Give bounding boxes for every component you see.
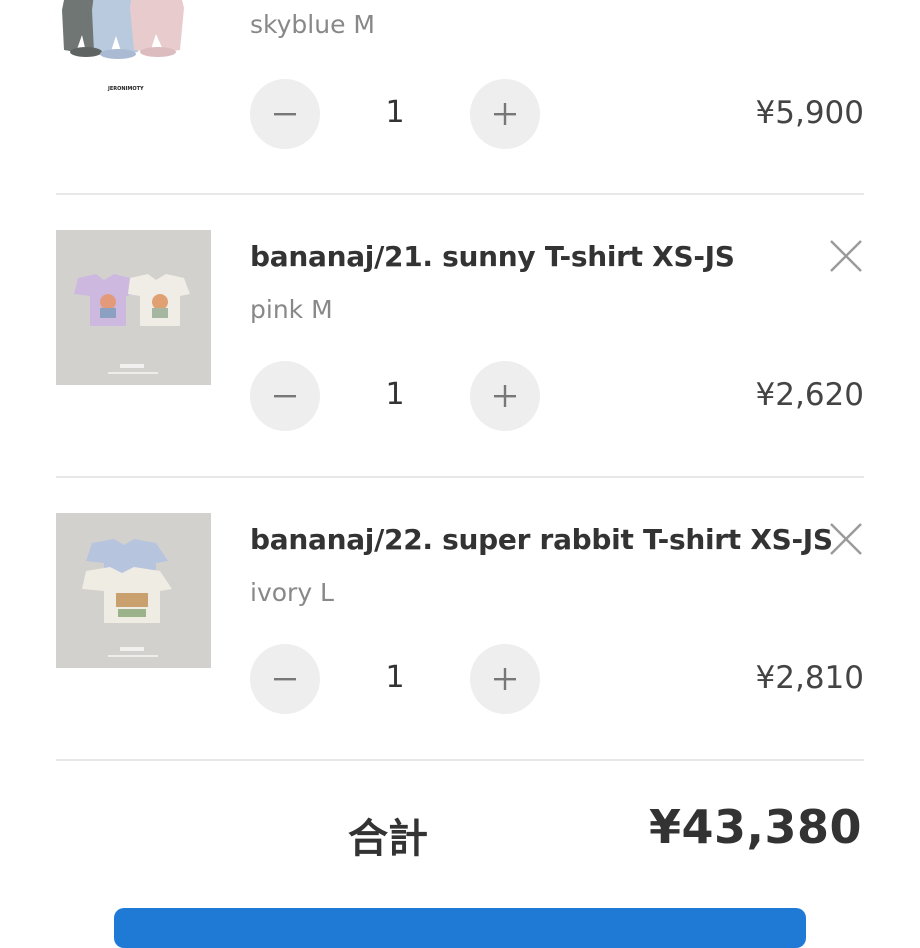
close-icon xyxy=(830,240,862,272)
variant-label: pink M xyxy=(250,295,333,324)
product-image[interactable]: JERONIMOTY xyxy=(56,0,211,95)
quantity-value: 1 xyxy=(385,95,405,130)
plus-icon xyxy=(494,385,516,407)
minus-icon xyxy=(274,678,296,681)
variant-label: ivory L xyxy=(250,578,334,607)
minus-icon xyxy=(274,113,296,116)
divider xyxy=(56,193,864,195)
close-icon xyxy=(830,523,862,555)
quantity-value: 1 xyxy=(385,660,405,695)
product-image[interactable] xyxy=(56,513,211,668)
remove-button[interactable] xyxy=(828,521,864,557)
cart-item: bananaj/22. super rabbit T-shirt XS-JS i… xyxy=(56,513,864,733)
item-price: ¥5,900 xyxy=(755,95,864,131)
decrement-button[interactable] xyxy=(250,644,320,714)
minus-icon xyxy=(274,395,296,398)
increment-button[interactable] xyxy=(470,644,540,714)
quantity-value: 1 xyxy=(385,377,405,412)
increment-button[interactable] xyxy=(470,361,540,431)
variant-label: skyblue M xyxy=(250,10,375,39)
checkout-button[interactable] xyxy=(114,908,806,948)
remove-button[interactable] xyxy=(828,238,864,274)
cart-item: JERONIMOTY skyblue M 1 ¥5,900 xyxy=(56,0,864,190)
plus-icon xyxy=(494,103,516,125)
item-price: ¥2,810 xyxy=(755,660,864,696)
decrement-button[interactable] xyxy=(250,361,320,431)
total-value: ¥43,380 xyxy=(648,800,862,854)
increment-button[interactable] xyxy=(470,79,540,149)
decrement-button[interactable] xyxy=(250,79,320,149)
product-image[interactable] xyxy=(56,230,211,385)
product-title[interactable]: bananaj/21. sunny T-shirt XS-JS xyxy=(250,240,735,273)
divider xyxy=(56,476,864,478)
image-caption: JERONIMOTY xyxy=(108,86,144,92)
product-title[interactable]: bananaj/22. super rabbit T-shirt XS-JS xyxy=(250,523,833,556)
cart-item: bananaj/21. sunny T-shirt XS-JS pink M 1… xyxy=(56,230,864,450)
item-price: ¥2,620 xyxy=(755,377,864,413)
plus-icon xyxy=(494,668,516,690)
total-label: 合計 xyxy=(348,816,428,862)
divider xyxy=(56,759,864,761)
